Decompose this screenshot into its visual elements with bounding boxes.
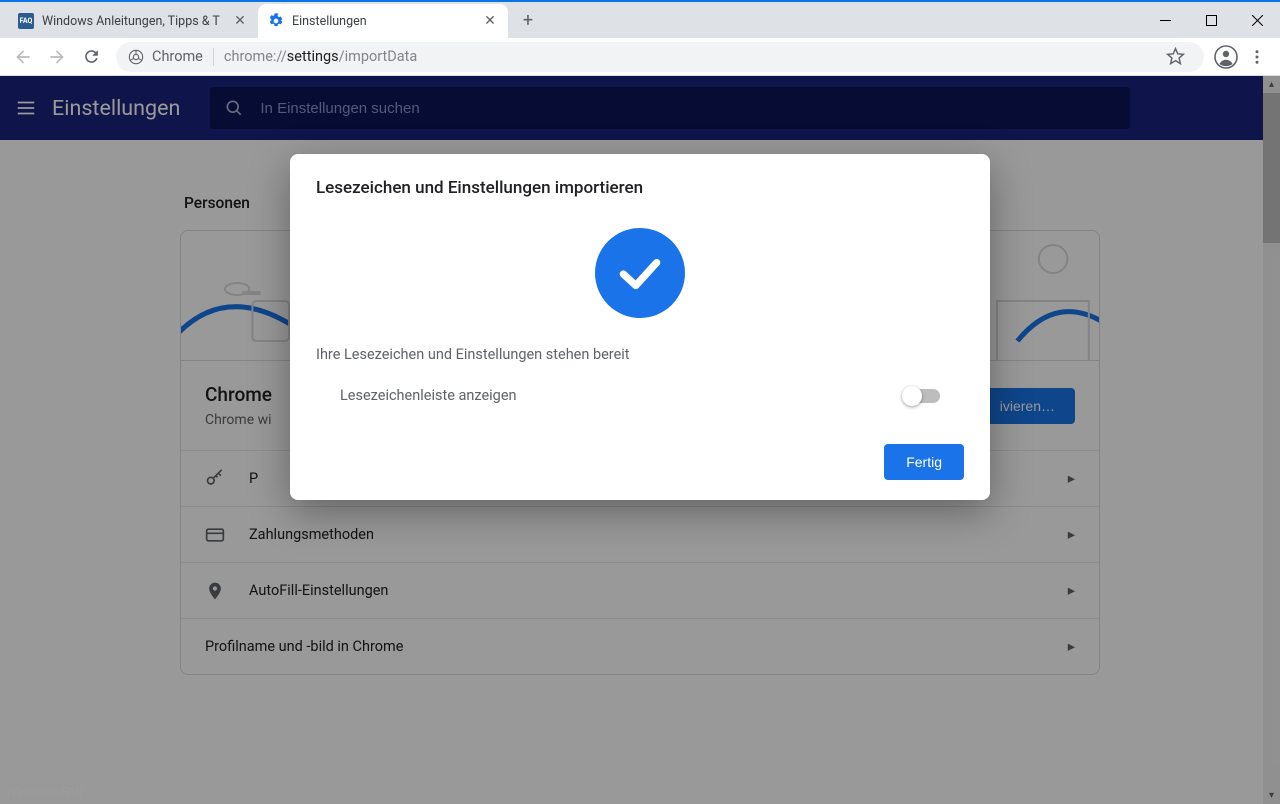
show-bookmarks-toggle[interactable] [904, 389, 940, 403]
dialog-title: Lesezeichen und Einstellungen importiere… [316, 178, 964, 198]
new-tab-button[interactable]: + [514, 6, 542, 34]
show-bookmarks-bar-row: Lesezeichenleiste anzeigen [316, 387, 964, 404]
tab-title: Einstellungen [292, 14, 474, 29]
close-icon[interactable]: ✕ [232, 13, 248, 29]
maximize-button[interactable] [1188, 2, 1234, 38]
tab-strip: FAQ Windows Anleitungen, Tipps & T ✕ Ein… [0, 2, 1280, 38]
faq-favicon: FAQ [18, 13, 34, 29]
back-button[interactable] [6, 40, 40, 74]
watermark: Windows-FAQ [6, 785, 84, 800]
forward-button[interactable] [40, 40, 74, 74]
bookmark-star-icon[interactable] [1158, 40, 1192, 74]
window-controls [1142, 2, 1280, 38]
address-bar[interactable]: Chrome chrome://settings/importData [116, 42, 1204, 72]
modal-overlay: Lesezeichen und Einstellungen importiere… [0, 76, 1280, 804]
toggle-label: Lesezeichenleiste anzeigen [340, 387, 517, 404]
url-chrome-label: Chrome [152, 48, 203, 65]
menu-button[interactable] [1240, 40, 1274, 74]
url-text: chrome://settings/importData [224, 48, 417, 65]
chrome-icon [128, 49, 144, 65]
done-button[interactable]: Fertig [884, 444, 964, 480]
tab-settings[interactable]: Einstellungen ✕ [258, 4, 508, 38]
close-button[interactable] [1234, 2, 1280, 38]
separator [213, 48, 214, 66]
page-viewport: Einstellungen Personen [0, 76, 1280, 804]
browser-toolbar: Chrome chrome://settings/importData [0, 38, 1280, 76]
success-check-icon [595, 228, 685, 318]
import-dialog: Lesezeichen und Einstellungen importiere… [290, 154, 990, 500]
minimize-button[interactable] [1142, 2, 1188, 38]
close-icon[interactable]: ✕ [482, 13, 498, 29]
tab-windows-faq[interactable]: FAQ Windows Anleitungen, Tipps & T ✕ [8, 4, 258, 38]
reload-button[interactable] [74, 40, 108, 74]
tab-title: Windows Anleitungen, Tipps & T [42, 14, 224, 29]
profile-avatar[interactable] [1212, 43, 1240, 71]
dialog-subtitle: Ihre Lesezeichen und Einstellungen stehe… [316, 346, 964, 363]
gear-icon [268, 13, 284, 29]
